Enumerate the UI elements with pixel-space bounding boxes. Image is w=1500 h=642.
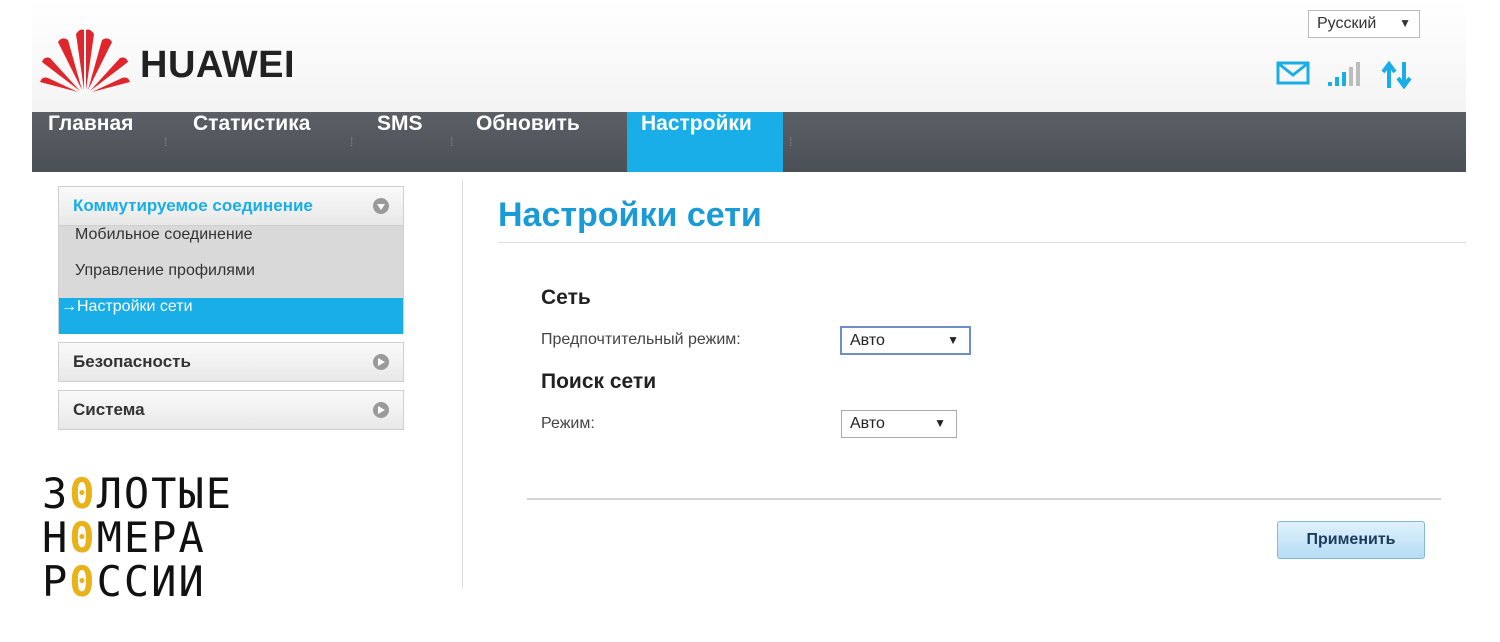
watermark-logo: З0ЛОТЫЕ Н0МЕРА Р0ССИИ: [42, 472, 302, 604]
mail-icon[interactable]: [1276, 60, 1310, 86]
collapse-icon[interactable]: [373, 198, 389, 214]
sidebar-group-system[interactable]: Система: [58, 390, 404, 430]
language-value: Русский: [1317, 15, 1377, 32]
sidebar-sublist: Мобильное соединение Управление профилям…: [58, 226, 404, 334]
sidebar-item-profile-management[interactable]: Управление профилями: [59, 262, 403, 298]
sidebar-group-dialup[interactable]: Коммутируемое соединение: [58, 186, 404, 226]
data-transfer-icon: [1381, 60, 1412, 90]
watermark-line: Н0МЕРА: [42, 513, 206, 562]
sidebar-item-mobile-connection[interactable]: Мобильное соединение: [59, 226, 403, 262]
nav-statistics[interactable]: Статистика: [177, 112, 326, 172]
network-heading: Сеть: [541, 286, 591, 309]
preferred-mode-value: Авто: [850, 332, 885, 349]
nav-separator: ⁞: [450, 135, 454, 149]
preferred-mode-label: Предпочтительный режим:: [541, 331, 741, 348]
form-divider: [527, 498, 1441, 500]
header: HUAWEI Русский ▼: [32, 0, 1466, 112]
signal-strength-icon: [1328, 62, 1360, 86]
nav-sms[interactable]: SMS: [361, 112, 439, 172]
huawei-flower-icon: [40, 29, 130, 92]
nav-separator: ⁞: [350, 135, 354, 149]
nav-separator: ⁞: [164, 135, 168, 149]
watermark-line: Р0ССИИ: [42, 557, 206, 606]
preferred-mode-select[interactable]: Авто ▼: [840, 326, 971, 355]
search-mode-label: Режим:: [541, 415, 595, 432]
page-title: Настройки сети: [498, 196, 762, 234]
sidebar-item-network-settings[interactable]: →Настройки сети: [59, 298, 403, 334]
main-nav: Главная ⁞ Статистика ⁞ SMS ⁞ Обновить На…: [32, 112, 1466, 172]
expand-icon[interactable]: [373, 402, 389, 418]
sidebar-group-security[interactable]: Безопасность: [58, 342, 404, 382]
sidebar-group-label: Коммутируемое соединение: [73, 196, 313, 215]
search-mode-value: Авто: [850, 415, 885, 432]
brand-name: HUAWEI: [140, 44, 295, 86]
settings-sidebar: Коммутируемое соединение Мобильное соеди…: [58, 186, 404, 430]
dropdown-arrow-icon: ▼: [1399, 16, 1411, 30]
huawei-logo[interactable]: HUAWEI: [40, 28, 330, 94]
nav-update[interactable]: Обновить: [460, 112, 596, 172]
nav-home[interactable]: Главная: [32, 112, 149, 172]
apply-button[interactable]: Применить: [1277, 521, 1425, 559]
status-icons: [1276, 60, 1426, 94]
network-search-heading: Поиск сети: [541, 370, 657, 393]
watermark-line: З0ЛОТЫЕ: [42, 469, 234, 518]
title-divider: [498, 242, 1466, 243]
language-select[interactable]: Русский ▼: [1308, 10, 1420, 38]
sidebar-group-label: Безопасность: [73, 352, 191, 371]
sidebar-group-label: Система: [73, 400, 145, 419]
nav-separator: ⁞: [789, 135, 793, 149]
content-divider: [462, 180, 463, 588]
search-mode-select[interactable]: Авто ▼: [841, 410, 957, 438]
nav-settings[interactable]: Настройки: [627, 112, 783, 172]
dropdown-arrow-icon: ▼: [934, 416, 946, 430]
dropdown-arrow-icon: ▼: [947, 333, 959, 347]
expand-icon[interactable]: [373, 354, 389, 370]
